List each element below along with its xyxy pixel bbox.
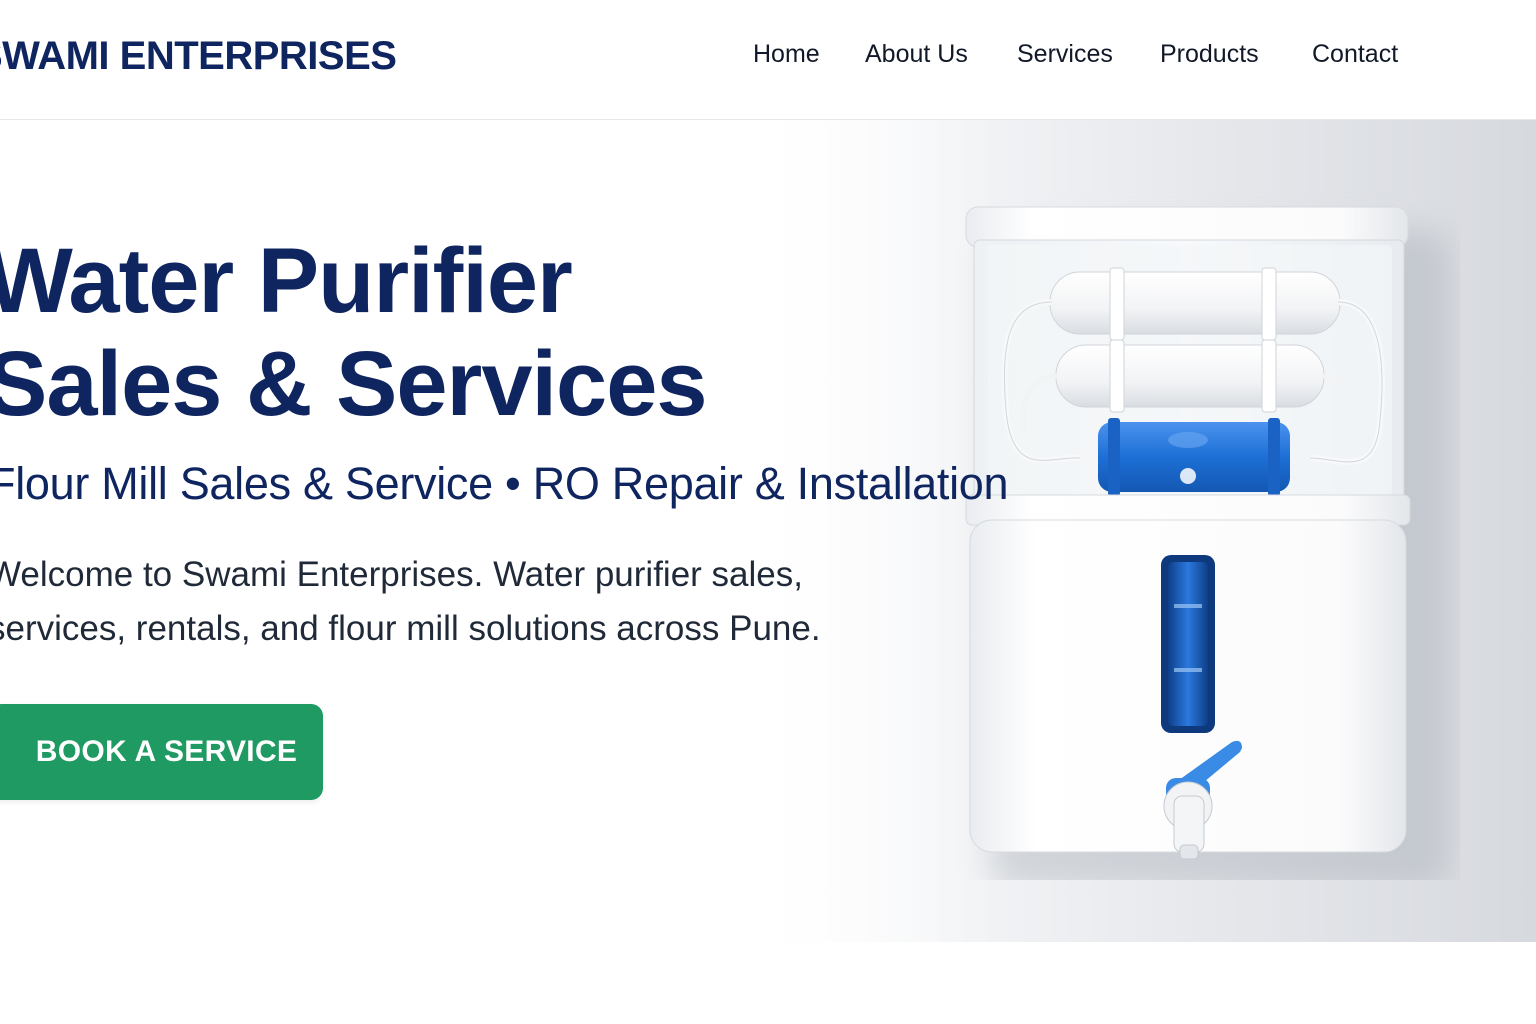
hero-title-line-1: Water Purifier [0, 230, 573, 332]
nav-link-products[interactable]: Products [1160, 40, 1259, 69]
hero-section: Water Purifier Sales & Services Flour Mi… [0, 120, 1536, 942]
hero-title: Water Purifier Sales & Services [0, 230, 708, 436]
water-purifier-illustration [965, 206, 1450, 880]
site-header: SWAMI ENTERPRISES Home About Us Services… [0, 0, 1536, 120]
page-bottom-band [0, 942, 1536, 1024]
hero-description: Welcome to Swami Enterprises. Water puri… [0, 555, 821, 648]
nav-link-about-us[interactable]: About Us [865, 40, 968, 69]
nav-link-contact[interactable]: Contact [1312, 40, 1398, 69]
nav-link-home[interactable]: Home [753, 40, 820, 69]
main-nav: Home About Us Services Products Contact [0, 40, 1536, 74]
hero-title-line-2: Sales & Services [0, 333, 708, 435]
nav-link-services[interactable]: Services [1017, 40, 1113, 69]
book-a-service-button[interactable]: BOOK A SERVICE [0, 704, 323, 800]
hero-subtitle: Flour Mill Sales & Service • RO Repair &… [0, 458, 1009, 509]
